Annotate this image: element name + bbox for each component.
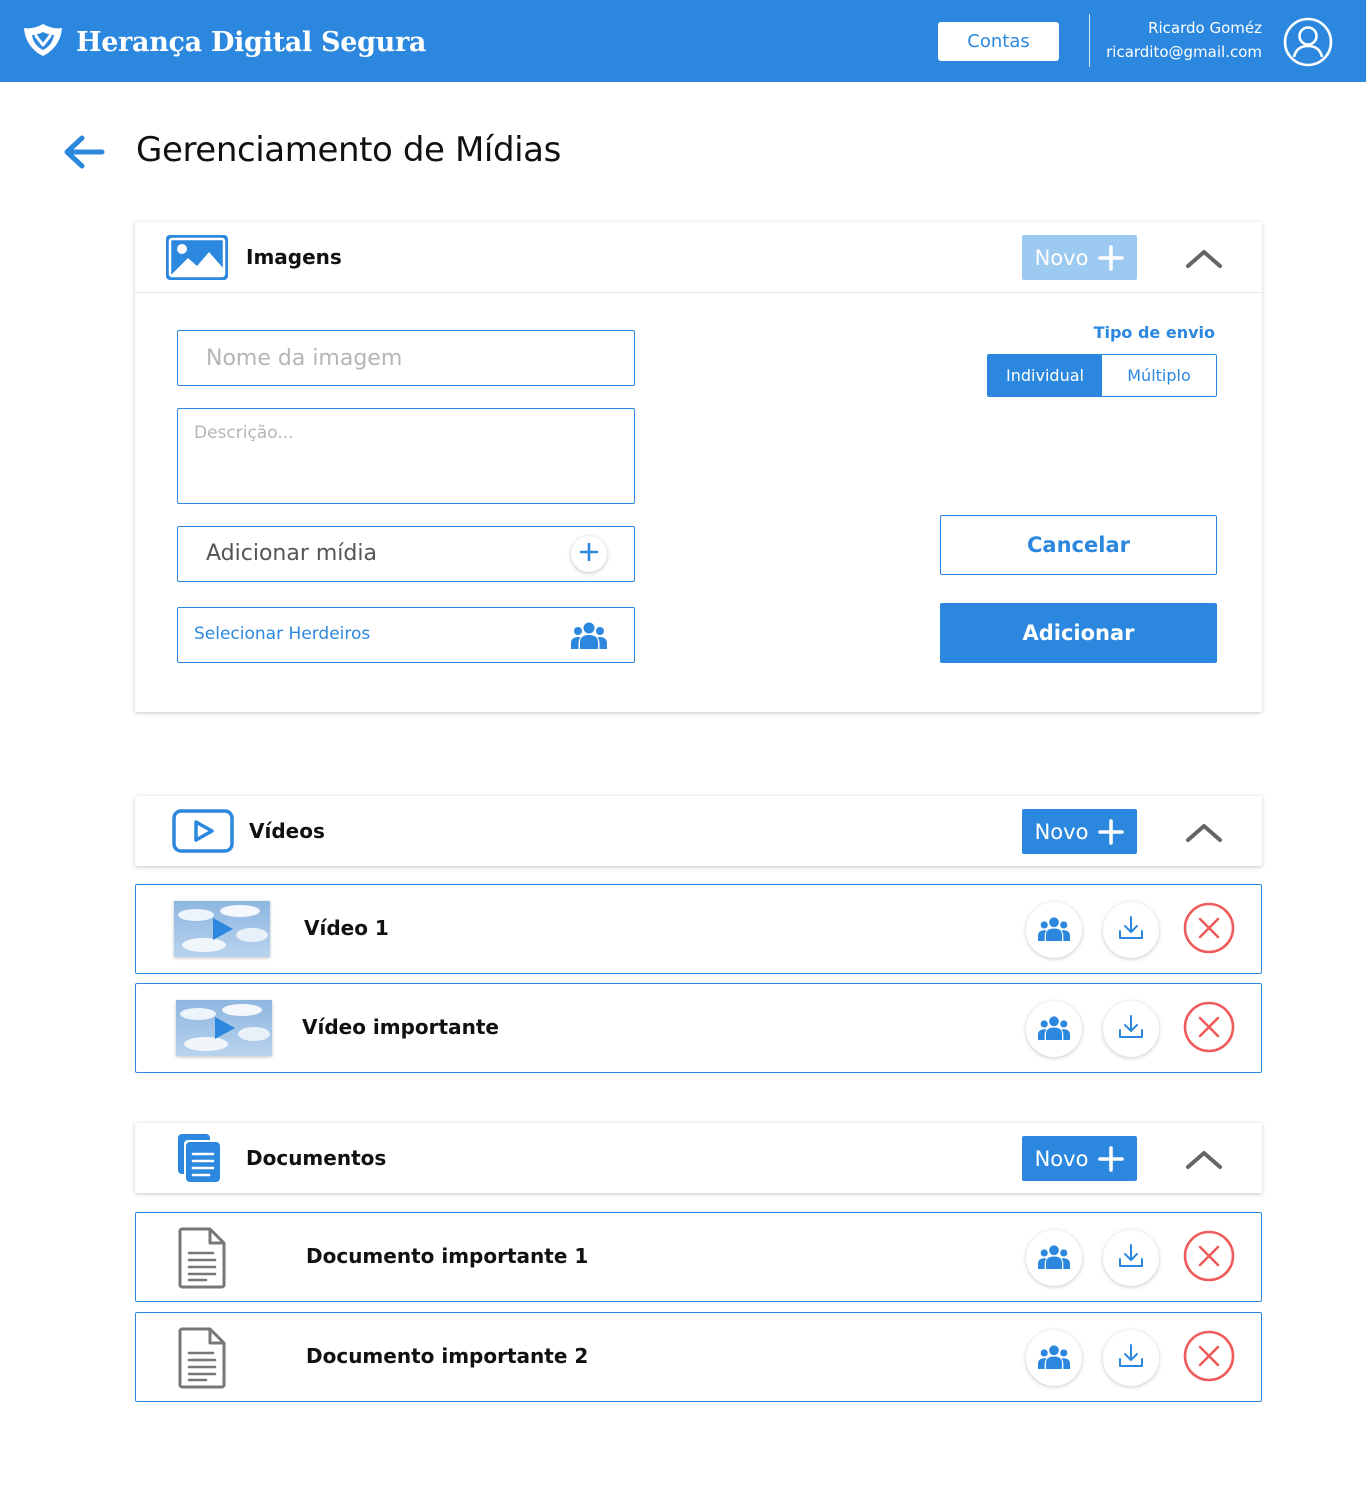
accounts-button[interactable]: Contas — [938, 22, 1059, 61]
images-title: Imagens — [246, 245, 342, 269]
plus-icon — [579, 542, 599, 565]
share-heirs-button[interactable] — [1026, 1330, 1082, 1386]
documents-icon — [176, 1132, 224, 1188]
send-type-individual[interactable]: Individual — [988, 355, 1102, 396]
document-name: Documento importante 1 — [306, 1244, 589, 1268]
select-heirs-field[interactable]: Selecionar Herdeiros — [177, 607, 635, 663]
download-icon — [1117, 1242, 1145, 1274]
image-form: Adicionar mídia Selecionar Herdeiros — [135, 292, 1262, 712]
description-input[interactable] — [177, 408, 635, 504]
documents-title: Documentos — [246, 1146, 387, 1170]
video-thumbnail[interactable] — [174, 901, 270, 957]
send-type-label: Tipo de envio — [1093, 323, 1215, 342]
videos-new-button[interactable]: Novo — [1022, 809, 1137, 854]
list-item[interactable]: Vídeo 1 — [135, 884, 1262, 974]
close-circle-icon — [1182, 1000, 1236, 1058]
download-button[interactable] — [1103, 902, 1159, 958]
chevron-up-icon[interactable] — [1184, 1145, 1224, 1173]
list-item[interactable]: Vídeo importante — [135, 983, 1262, 1073]
group-icon — [1038, 916, 1070, 945]
brand[interactable]: Herança Digital Segura — [22, 22, 426, 62]
shield-icon — [22, 22, 64, 62]
image-name-input[interactable] — [177, 330, 635, 386]
close-circle-icon — [1182, 1229, 1236, 1287]
arrow-left-icon[interactable] — [62, 132, 106, 172]
user-email: ricardito@gmail.com — [1106, 43, 1262, 61]
play-video-icon — [172, 809, 234, 857]
document-file-icon — [176, 1327, 228, 1393]
download-icon — [1117, 1013, 1145, 1045]
share-heirs-button[interactable] — [1026, 1230, 1082, 1286]
page-title: Gerenciamento de Mídias — [136, 130, 561, 170]
document-file-icon — [176, 1227, 228, 1293]
share-heirs-button[interactable] — [1026, 1001, 1082, 1057]
images-new-label: Novo — [1034, 245, 1089, 270]
videos-card: Vídeos Novo — [135, 796, 1262, 866]
plus-icon — [1098, 1145, 1125, 1172]
documents-new-button[interactable]: Novo — [1022, 1136, 1137, 1181]
user-name: Ricardo Goméz — [1148, 19, 1262, 37]
cancel-button[interactable]: Cancelar — [940, 515, 1217, 575]
images-card: Imagens Novo Adicionar mídia Selecionar … — [135, 222, 1262, 712]
group-icon — [1038, 1344, 1070, 1373]
documents-card: Documentos Novo — [135, 1123, 1262, 1193]
delete-button[interactable] — [1181, 1230, 1237, 1286]
add-media-field[interactable]: Adicionar mídia — [177, 526, 635, 582]
add-media-button[interactable] — [571, 536, 607, 572]
brand-name: Herança Digital Segura — [76, 26, 427, 58]
group-icon — [1038, 1244, 1070, 1273]
download-button[interactable] — [1103, 1230, 1159, 1286]
plus-icon — [1098, 818, 1125, 845]
images-new-button[interactable]: Novo — [1022, 235, 1137, 280]
videos-title: Vídeos — [249, 819, 325, 843]
chevron-up-icon[interactable] — [1184, 244, 1224, 272]
images-card-header: Imagens Novo — [135, 222, 1262, 292]
group-icon — [571, 621, 607, 653]
video-name: Vídeo 1 — [304, 916, 389, 940]
documents-new-label: Novo — [1034, 1146, 1089, 1171]
chevron-up-icon[interactable] — [1184, 818, 1224, 846]
image-icon — [166, 235, 228, 284]
documents-card-header: Documentos Novo — [135, 1123, 1262, 1193]
delete-button[interactable] — [1181, 1330, 1237, 1386]
download-icon — [1117, 914, 1145, 946]
add-media-label: Adicionar mídia — [206, 541, 377, 566]
videos-new-label: Novo — [1034, 819, 1089, 844]
document-name: Documento importante 2 — [306, 1344, 589, 1368]
share-heirs-button[interactable] — [1026, 902, 1082, 958]
send-type-multiple[interactable]: Múltiplo — [1102, 355, 1216, 396]
download-button[interactable] — [1103, 1001, 1159, 1057]
top-bar: Herança Digital Segura Contas Ricardo Go… — [0, 0, 1366, 82]
videos-card-header: Vídeos Novo — [135, 796, 1262, 866]
list-item[interactable]: Documento importante 2 — [135, 1312, 1262, 1402]
add-button[interactable]: Adicionar — [940, 603, 1217, 663]
download-icon — [1117, 1342, 1145, 1374]
header-divider — [1089, 14, 1090, 67]
video-thumbnail[interactable] — [176, 1000, 272, 1056]
delete-button[interactable] — [1181, 902, 1237, 958]
delete-button[interactable] — [1181, 1001, 1237, 1057]
user-avatar-icon[interactable] — [1283, 17, 1333, 67]
video-name: Vídeo importante — [302, 1015, 499, 1039]
list-item[interactable]: Documento importante 1 — [135, 1212, 1262, 1302]
download-button[interactable] — [1103, 1330, 1159, 1386]
plus-icon — [1098, 244, 1125, 271]
select-heirs-label: Selecionar Herdeiros — [194, 624, 371, 644]
close-circle-icon — [1182, 901, 1236, 959]
send-type-toggle: Individual Múltiplo — [987, 354, 1217, 397]
close-circle-icon — [1182, 1329, 1236, 1387]
group-icon — [1038, 1015, 1070, 1044]
